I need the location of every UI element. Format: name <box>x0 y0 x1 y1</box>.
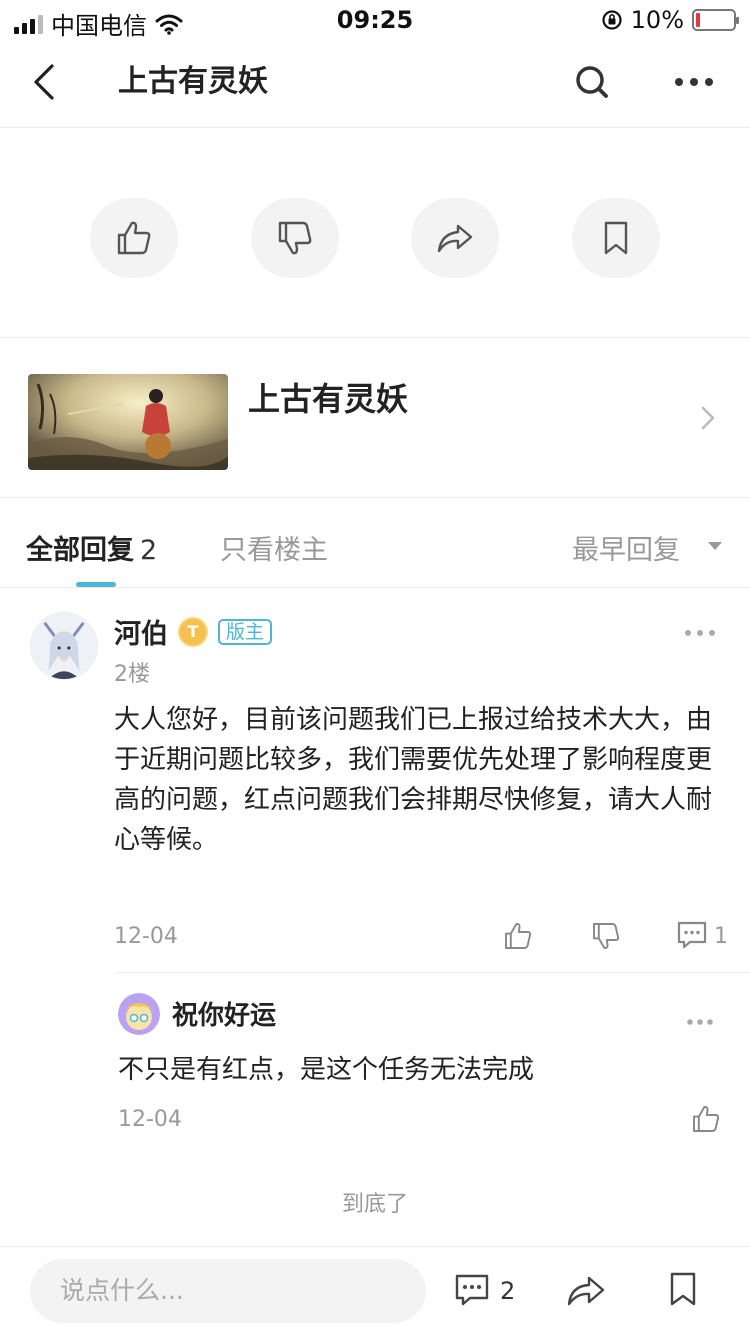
dislike-post-button[interactable] <box>251 198 339 278</box>
bookmark-icon <box>604 221 628 255</box>
floor-number: 2楼 <box>114 662 150 687</box>
reply-date: 12-04 <box>118 1107 182 1132</box>
comment-user-row: 河伯 T 版主 <box>114 612 273 651</box>
comment-reply-count: 1 <box>714 924 728 949</box>
search-icon[interactable] <box>570 60 614 104</box>
comment-like-icon[interactable] <box>502 920 534 952</box>
back-arrow-icon[interactable] <box>26 58 66 106</box>
reply-tabs: 全部回复 2 只看楼主 最早回复 <box>0 498 750 588</box>
page-title: 上古有灵妖 <box>118 64 268 99</box>
rotation-lock-icon <box>602 10 622 30</box>
comment-input[interactable]: 说点什么... <box>30 1259 426 1323</box>
topic-card[interactable]: 上古有灵妖 <box>0 338 750 498</box>
tab-all-replies[interactable]: 全部回复 2 <box>26 528 157 567</box>
active-tab-indicator <box>76 582 116 587</box>
status-right: 10% <box>601 6 739 34</box>
tab-op-only[interactable]: 只看楼主 <box>220 528 328 567</box>
battery-level <box>696 13 700 27</box>
end-of-list-text: 到底了 <box>341 1192 408 1217</box>
bottom-bar: 说点什么... 2 <box>0 1246 750 1334</box>
post-actions <box>0 128 750 338</box>
reply-like-icon[interactable] <box>690 1103 722 1135</box>
more-dots-icon[interactable] <box>670 60 718 104</box>
caret-down-icon[interactable] <box>706 540 724 552</box>
moderator-badge: 版主 <box>218 618 273 645</box>
comment-more-icon[interactable] <box>684 628 716 638</box>
comment-icon[interactable] <box>454 1273 490 1307</box>
sub-reply: 祝你好运 不只是有红点，是这个任务无法完成 12-04 <box>116 972 750 1132</box>
reply-body: 不只是有红点，是这个任务无法完成 <box>118 1055 535 1085</box>
thumb-down-icon <box>278 221 312 255</box>
comment-username[interactable]: 河伯 <box>114 612 168 651</box>
reply-username[interactable]: 祝你好运 <box>172 995 276 1032</box>
comment-reply-icon[interactable] <box>676 920 708 950</box>
comment-count: 2 <box>500 1277 516 1305</box>
nav-bar: 上古有灵妖 <box>0 40 750 128</box>
level-badge: T <box>178 616 208 647</box>
reply-avatar[interactable] <box>118 993 160 1035</box>
like-post-button[interactable] <box>90 198 178 278</box>
share-icon[interactable] <box>566 1273 606 1307</box>
tab-all-count: 2 <box>140 535 158 566</box>
comment-date: 12-04 <box>114 924 178 949</box>
battery-percent: 10% <box>630 6 684 34</box>
comment-dislike-icon[interactable] <box>590 920 622 952</box>
bookmark-post-button[interactable] <box>572 198 660 278</box>
reply-more-icon[interactable] <box>686 1017 714 1027</box>
topic-name: 上古有灵妖 <box>248 380 409 418</box>
sort-dropdown[interactable]: 最早回复 <box>572 528 680 567</box>
thumb-up-icon <box>117 221 151 255</box>
chevron-right-icon <box>701 406 715 430</box>
comment-body: 大人您好，目前该问题我们已上报过给技术大大，由于近期问题比较多，我们需要优先处理… <box>114 705 713 855</box>
tab-all-label: 全部回复 <box>26 535 134 566</box>
battery-icon <box>692 9 739 31</box>
status-bar: 中国电信 09:25 10% <box>0 0 750 40</box>
avatar[interactable] <box>30 612 98 680</box>
bookmark-icon[interactable] <box>668 1271 698 1307</box>
share-post-button[interactable] <box>411 198 499 278</box>
topic-thumbnail <box>28 374 228 470</box>
share-icon <box>437 224 473 253</box>
